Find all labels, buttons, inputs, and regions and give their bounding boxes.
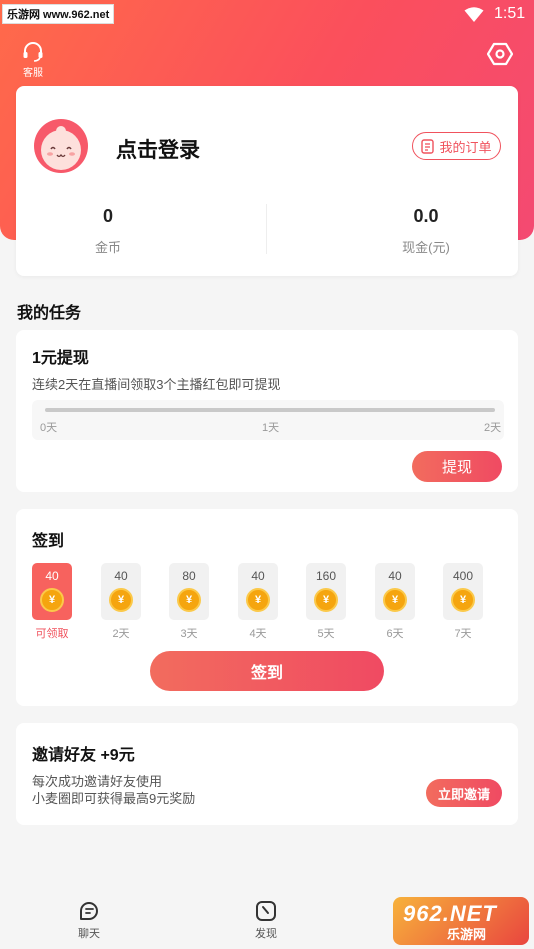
coin-icon: ¥ xyxy=(451,588,475,612)
signin-button[interactable]: 签到 xyxy=(150,651,384,691)
coins-stat[interactable]: 0 金币 xyxy=(18,206,198,256)
day-amount: 40 xyxy=(45,569,59,583)
status-time: 1:51 xyxy=(494,5,526,22)
signin-day-2[interactable]: 40 ¥ 2天 xyxy=(100,563,142,641)
progress-tick-mid: 1天 xyxy=(262,422,280,434)
watermark-small-text: 乐游网 xyxy=(447,927,487,942)
signin-day-box: 40 ¥ xyxy=(238,563,278,620)
discover-icon xyxy=(256,901,276,921)
signin-day-box: 40 ¥ xyxy=(375,563,415,620)
progress-tick-end: 2天 xyxy=(484,422,502,434)
withdraw-button[interactable]: 提现 xyxy=(412,451,502,482)
avatar[interactable] xyxy=(34,119,88,173)
day-label: 3天 xyxy=(180,628,198,640)
signin-day-4[interactable]: 40 ¥ 4天 xyxy=(237,563,279,641)
withdraw-task-card: 1元提现 连续2天在直播间领取3个主播红包即可提现 0天 1天 2天 提现 xyxy=(16,330,518,492)
signin-day-box: 80 ¥ xyxy=(169,563,209,620)
signin-day-box: 400 ¥ xyxy=(443,563,483,620)
status-bar: 乐游网 www.962.net 1:51 xyxy=(0,0,534,30)
coin-icon: ¥ xyxy=(109,588,133,612)
coins-value: 0 xyxy=(102,206,113,226)
day-label: 7天 xyxy=(454,628,472,640)
day-amount: 80 xyxy=(182,569,196,583)
nav-item-discover[interactable]: 发现 xyxy=(236,900,296,941)
progress-tick-start: 0天 xyxy=(40,422,58,434)
signin-day-box: 160 ¥ xyxy=(306,563,346,620)
login-prompt[interactable]: 点击登录 xyxy=(116,134,200,164)
signin-day-box: 40 ¥ xyxy=(101,563,141,620)
nav-label-chat: 聊天 xyxy=(78,928,100,940)
customer-service-label: 客服 xyxy=(23,68,43,79)
wifi-icon xyxy=(464,7,484,22)
day-label: 可领取 xyxy=(35,628,69,640)
settings-hexagon-icon[interactable] xyxy=(487,41,513,67)
day-amount: 160 xyxy=(315,569,337,583)
cash-label: 现金(元) xyxy=(402,240,450,255)
coin-icon: ¥ xyxy=(177,588,201,612)
day-amount: 40 xyxy=(251,569,265,583)
signin-title: 签到 xyxy=(32,533,65,550)
signin-day-7[interactable]: 400 ¥ 7天 xyxy=(442,563,484,641)
signin-day-5[interactable]: 160 ¥ 5天 xyxy=(305,563,347,641)
progress-track xyxy=(45,408,495,412)
chat-icon xyxy=(80,902,98,920)
cash-value: 0.0 xyxy=(413,206,439,226)
profile-card: 点击登录 我的订单 0 金币 0.0 现金(元) xyxy=(16,86,518,276)
day-label: 4天 xyxy=(249,628,267,640)
signin-day-6[interactable]: 40 ¥ 6天 xyxy=(374,563,416,641)
signin-day-1[interactable]: 40 ¥ 可领取 xyxy=(31,563,73,641)
coin-icon: ¥ xyxy=(314,588,338,612)
headset-icon xyxy=(23,42,43,62)
my-orders-label: 我的订单 xyxy=(439,139,492,155)
nav-item-chat[interactable]: 聊天 xyxy=(59,900,119,941)
invite-title: 邀请好友 +9元 xyxy=(32,747,135,764)
watermark-logo: 962.NET 乐游网 xyxy=(393,897,529,945)
tasks-section-title: 我的任务 xyxy=(17,305,82,322)
order-list-icon xyxy=(421,138,435,154)
day-label: 2天 xyxy=(112,628,130,640)
watermark-top: 乐游网 www.962.net xyxy=(2,4,115,24)
coin-icon: ¥ xyxy=(246,588,270,612)
withdraw-task-description: 连续2天在直播间领取3个主播红包即可提现 xyxy=(32,377,281,392)
coin-icon: ¥ xyxy=(40,588,64,612)
day-amount: 400 xyxy=(452,569,474,583)
coin-icon: ¥ xyxy=(383,588,407,612)
signin-day-3[interactable]: 80 ¥ 3天 xyxy=(168,563,210,641)
avatar-face-icon xyxy=(41,126,81,170)
invite-description-line2: 小麦圈即可获得最高9元奖励 xyxy=(32,791,196,806)
customer-service-button[interactable]: 客服 xyxy=(14,42,52,82)
coins-label: 金币 xyxy=(94,240,121,255)
withdraw-task-title: 1元提现 xyxy=(32,350,89,367)
stat-divider xyxy=(266,204,267,254)
day-amount: 40 xyxy=(114,569,128,583)
nav-label-discover: 发现 xyxy=(255,928,277,940)
day-label: 6天 xyxy=(386,628,404,640)
cash-stat[interactable]: 0.0 现金(元) xyxy=(336,206,516,256)
invite-description: 每次成功邀请好友使用 小麦圈即可获得最高9元奖励 xyxy=(32,773,195,807)
my-orders-button[interactable]: 我的订单 xyxy=(412,132,501,160)
invite-now-button[interactable]: 立即邀请 xyxy=(426,779,502,807)
invite-description-line1: 每次成功邀请好友使用 xyxy=(32,774,163,789)
signin-card: 签到 40 ¥ 可领取 40 ¥ 2天 80 ¥ 3天 40 ¥ 4天 160 … xyxy=(16,509,518,706)
signin-day-box: 40 ¥ xyxy=(32,563,72,620)
invite-card: 邀请好友 +9元 每次成功邀请好友使用 小麦圈即可获得最高9元奖励 立即邀请 xyxy=(16,723,518,825)
withdraw-progress: 0天 1天 2天 xyxy=(32,400,504,440)
day-amount: 40 xyxy=(388,569,402,583)
day-label: 5天 xyxy=(317,628,335,640)
